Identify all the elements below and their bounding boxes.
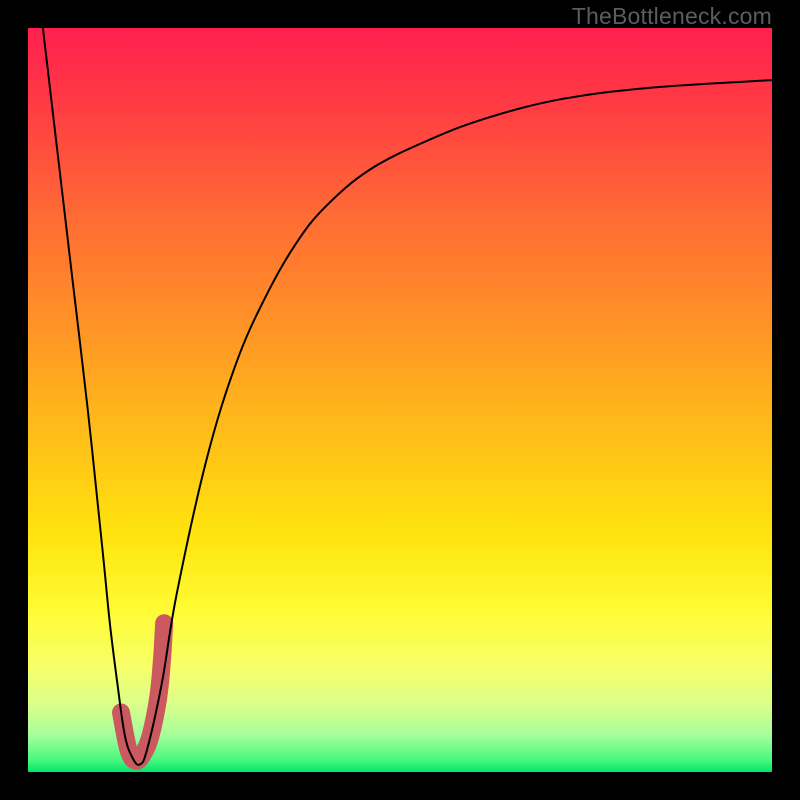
heat-gradient — [28, 28, 772, 772]
watermark-text: TheBottleneck.com — [572, 3, 772, 30]
chart-frame: TheBottleneck.com — [0, 0, 800, 800]
plot-area — [28, 28, 772, 772]
chart-svg — [28, 28, 772, 772]
bottleneck-curve — [43, 28, 772, 765]
optimal-highlight-segment — [121, 623, 164, 761]
